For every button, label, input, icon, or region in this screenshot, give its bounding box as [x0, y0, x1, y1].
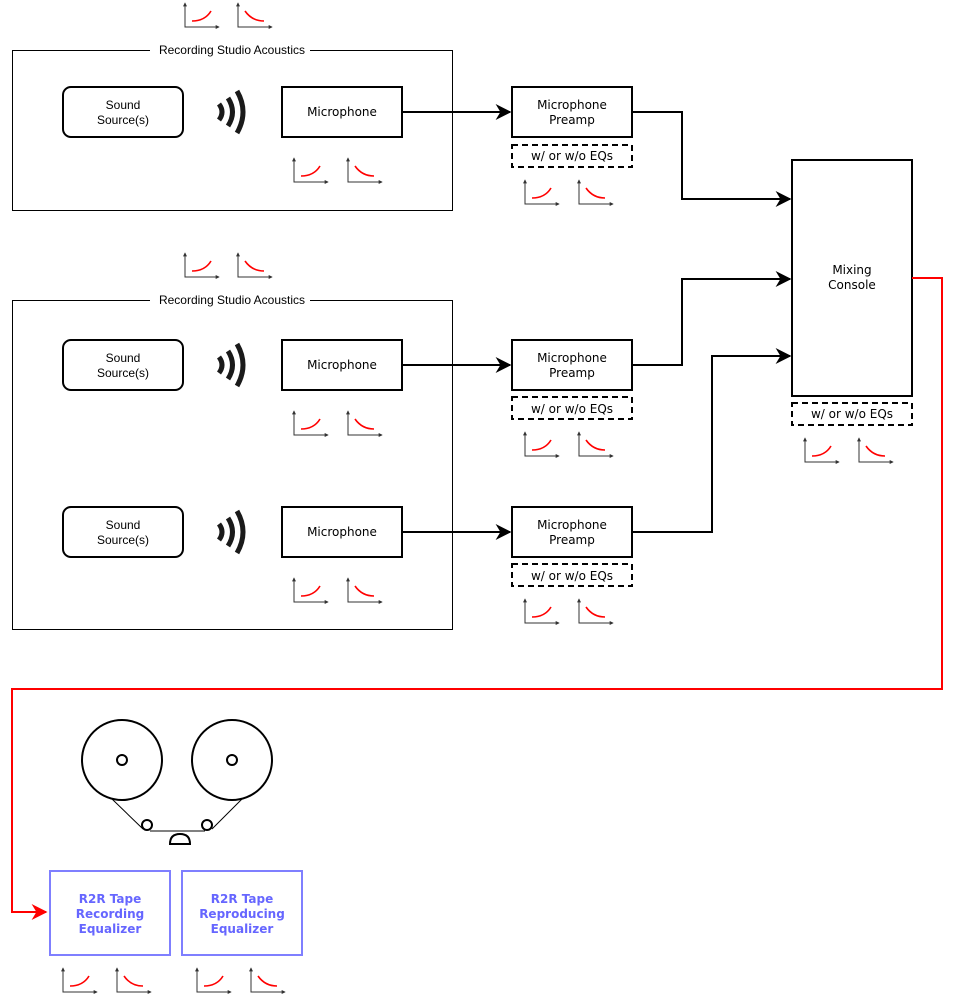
- falling-response-curve-icon: [117, 968, 151, 992]
- falling-response-curve-icon: [251, 968, 285, 992]
- falling-response-curve-icon: [579, 180, 613, 204]
- mixer-label: Console: [828, 278, 876, 292]
- group-label: Recording Studio Acoustics: [159, 293, 305, 307]
- tape-reproducing-equalizer[interactable]: R2R Tape Reproducing Equalizer: [181, 870, 303, 956]
- eq-note-2: w/ or w/o EQs: [511, 396, 633, 420]
- rising-response-curve-icon: [805, 438, 839, 462]
- preamp-label: Microphone: [537, 351, 607, 365]
- sound-source-label: Sound: [106, 351, 141, 365]
- sound-source-1[interactable]: Sound Source(s): [62, 86, 184, 138]
- tape-recording-eq-label: Recording: [76, 907, 145, 921]
- sound-waves-icon: [219, 91, 243, 133]
- preamp-label: Preamp: [549, 366, 595, 380]
- falling-response-curve-icon: [859, 438, 893, 462]
- eq-note-3: w/ or w/o EQs: [511, 563, 633, 587]
- preamp-label: Microphone: [537, 98, 607, 112]
- connector-preamp2-mixer: [632, 271, 792, 366]
- tape-recording-eq-label: R2R Tape: [79, 892, 141, 906]
- rising-response-curve-icon: [63, 968, 97, 992]
- preamp-1[interactable]: Microphone Preamp: [511, 86, 633, 138]
- tape-reproducing-eq-label: R2R Tape: [211, 892, 273, 906]
- rising-response-curve-icon: [525, 180, 559, 204]
- preamp-label: Microphone: [537, 518, 607, 532]
- connector-preamp1-mixer: [632, 111, 792, 207]
- falling-response-curve-icon: [348, 578, 382, 602]
- preamp-2[interactable]: Microphone Preamp: [511, 339, 633, 391]
- eq-note-label: w/ or w/o EQs: [531, 402, 613, 416]
- mixing-console[interactable]: Mixing Console: [791, 159, 913, 397]
- microphone-1[interactable]: Microphone: [281, 86, 403, 138]
- falling-response-curve-icon: [238, 253, 272, 277]
- sound-source-2[interactable]: Sound Source(s): [62, 339, 184, 391]
- tape-reproducing-eq-label: Equalizer: [211, 922, 274, 936]
- sound-source-label: Sound: [106, 518, 141, 532]
- microphone-2[interactable]: Microphone: [281, 339, 403, 391]
- rising-response-curve-icon: [525, 599, 559, 623]
- rising-response-curve-icon: [197, 968, 231, 992]
- sound-source-3[interactable]: Sound Source(s): [62, 506, 184, 558]
- signal-chain-diagram: Recording Studio Acoustics Sound Source(…: [11, 0, 943, 1002]
- reel-to-reel-tape-icon: [81, 719, 273, 845]
- falling-response-curve-icon: [579, 432, 613, 456]
- microphone-label: Microphone: [307, 358, 377, 372]
- microphone-label: Microphone: [307, 105, 377, 119]
- sound-waves-icon: [219, 344, 243, 386]
- eq-note-mixer: w/ or w/o EQs: [791, 402, 913, 426]
- eq-note-1: w/ or w/o EQs: [511, 144, 633, 168]
- microphone-label: Microphone: [307, 525, 377, 539]
- connector-preamp3-mixer: [632, 348, 792, 533]
- sound-source-label: Sound: [106, 98, 141, 112]
- falling-response-curve-icon: [238, 3, 272, 27]
- preamp-label: Preamp: [549, 113, 595, 127]
- microphone-3[interactable]: Microphone: [281, 506, 403, 558]
- group-label: Recording Studio Acoustics: [159, 43, 305, 57]
- rising-response-curve-icon: [294, 158, 328, 182]
- falling-response-curve-icon: [579, 599, 613, 623]
- rising-response-curve-icon: [185, 253, 219, 277]
- falling-response-curve-icon: [348, 411, 382, 435]
- sound-source-label: Source(s): [97, 533, 149, 547]
- eq-note-label: w/ or w/o EQs: [811, 407, 893, 421]
- sound-source-label: Source(s): [97, 366, 149, 380]
- rising-response-curve-icon: [185, 3, 219, 27]
- tape-recording-eq-label: Equalizer: [79, 922, 142, 936]
- falling-response-curve-icon: [348, 158, 382, 182]
- preamp-label: Preamp: [549, 533, 595, 547]
- rising-response-curve-icon: [294, 411, 328, 435]
- mixer-label: Mixing: [832, 263, 871, 277]
- rising-response-curve-icon: [294, 578, 328, 602]
- eq-note-label: w/ or w/o EQs: [531, 149, 613, 163]
- preamp-3[interactable]: Microphone Preamp: [511, 506, 633, 558]
- eq-note-label: w/ or w/o EQs: [531, 569, 613, 583]
- sound-waves-icon: [219, 511, 243, 553]
- tape-reproducing-eq-label: Reproducing: [199, 907, 285, 921]
- sound-source-label: Source(s): [97, 113, 149, 127]
- rising-response-curve-icon: [525, 432, 559, 456]
- tape-recording-equalizer[interactable]: R2R Tape Recording Equalizer: [49, 870, 171, 956]
